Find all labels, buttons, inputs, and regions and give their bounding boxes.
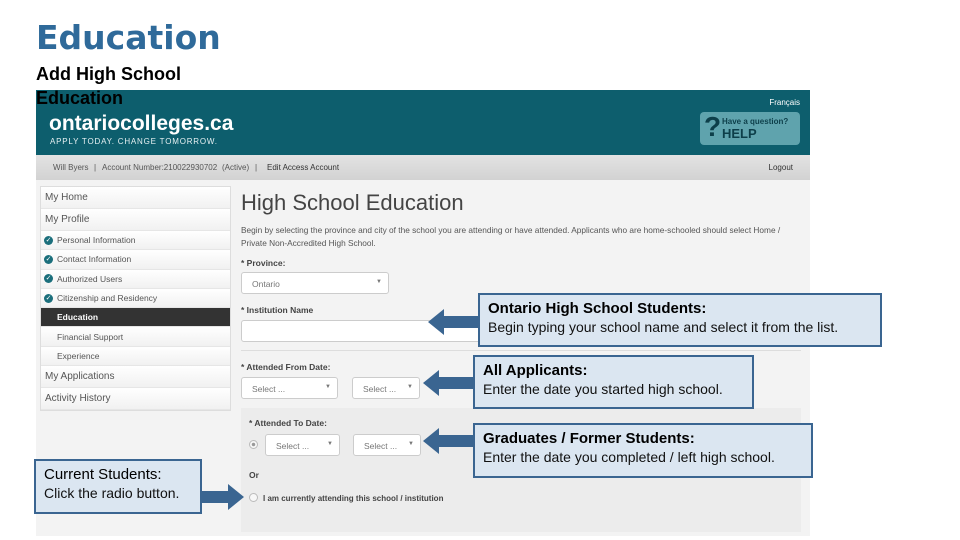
institution-label: * Institution Name (241, 305, 314, 315)
province-label: * Province: (241, 258, 286, 268)
dropdown-arrow-icon: ▼ (407, 384, 413, 390)
sidebar-item-personal-information[interactable]: ✓ Personal Information (41, 231, 230, 251)
arrow-left-icon (428, 309, 480, 335)
sidebar-item-experience[interactable]: Experience (41, 346, 230, 367)
sidebar: My Home My Profile ✓ Personal Information… (40, 186, 231, 411)
from-year-select[interactable]: Select ... ▼ (352, 377, 420, 399)
slide-title: Education (36, 18, 221, 57)
edit-access-link[interactable]: Edit Access Account (267, 163, 339, 172)
help-button[interactable]: ? Have a question? HELP (700, 111, 800, 145)
site-tagline: APPLY TODAY. CHANGE TOMORROW. (50, 137, 218, 146)
check-icon: ✓ (44, 293, 53, 303)
page-title: High School Education (241, 190, 464, 215)
to-month-select[interactable]: Select ... ▼ (265, 434, 340, 456)
sidebar-item-education[interactable]: Education (41, 308, 230, 328)
to-year-select[interactable]: Select ... ▼ (353, 434, 421, 456)
from-month-select[interactable]: Select ... ▼ (241, 377, 338, 399)
sidebar-item-authorized-users[interactable]: ✓ Authorized Users (41, 269, 230, 289)
help-line2: HELP (722, 126, 757, 141)
dropdown-arrow-icon: ▼ (325, 384, 331, 390)
check-icon: ✓ (44, 254, 53, 264)
sidebar-item-contact-information[interactable]: ✓ Contact Information (41, 250, 230, 270)
or-label: Or (249, 470, 259, 480)
help-line1: Have a question? (722, 117, 789, 126)
to-date-label: * Attended To Date: (249, 418, 327, 428)
check-icon: ✓ (44, 235, 53, 245)
currently-attending-radio[interactable] (249, 493, 258, 502)
province-select[interactable]: Ontario ▼ (241, 272, 389, 294)
sidebar-item-my-profile[interactable]: My Profile (41, 209, 230, 231)
sidebar-item-citizenship[interactable]: ✓ Citizenship and Residency (41, 288, 230, 309)
sidebar-item-financial-support[interactable]: Financial Support (41, 327, 230, 347)
arrow-left-icon (423, 428, 475, 454)
sidebar-item-activity-history[interactable]: Activity History (41, 388, 230, 411)
callout-current-students: Current Students: Click the radio button. (34, 459, 202, 514)
site-logo[interactable]: ontariocolleges.ca (49, 112, 233, 136)
arrow-left-icon (423, 370, 475, 396)
to-date-radio[interactable] (249, 440, 258, 449)
sidebar-item-my-applications[interactable]: My Applications (41, 366, 230, 389)
slide-subtitle: Add High School Education (36, 64, 181, 108)
question-mark-icon: ? (704, 111, 722, 142)
intro-text: Begin by selecting the province and city… (241, 225, 781, 248)
dropdown-arrow-icon: ▼ (327, 441, 333, 447)
logout-link[interactable]: Logout (769, 163, 793, 172)
language-link[interactable]: Français (769, 98, 800, 107)
callout-all-applicants: All Applicants: Enter the date you starte… (473, 355, 754, 409)
arrow-right-icon (200, 484, 244, 510)
sidebar-item-my-home[interactable]: My Home (41, 187, 230, 209)
check-icon: ✓ (44, 274, 53, 284)
account-bar: Will Byers | Account Number:210022930702… (36, 155, 810, 180)
user-name: Will Byers (53, 163, 89, 172)
account-status: (Active) (222, 163, 250, 172)
account-number: Account Number:210022930702 (102, 163, 218, 172)
callout-ontario-students: Ontario High School Students: Begin typin… (478, 293, 882, 347)
callout-graduates: Graduates / Former Students: Enter the da… (473, 423, 813, 478)
from-date-label: * Attended From Date: (241, 362, 331, 372)
currently-attending-label[interactable]: I am currently attending this school / i… (263, 494, 443, 503)
dropdown-arrow-icon: ▼ (376, 279, 382, 285)
dropdown-arrow-icon: ▼ (408, 441, 414, 447)
